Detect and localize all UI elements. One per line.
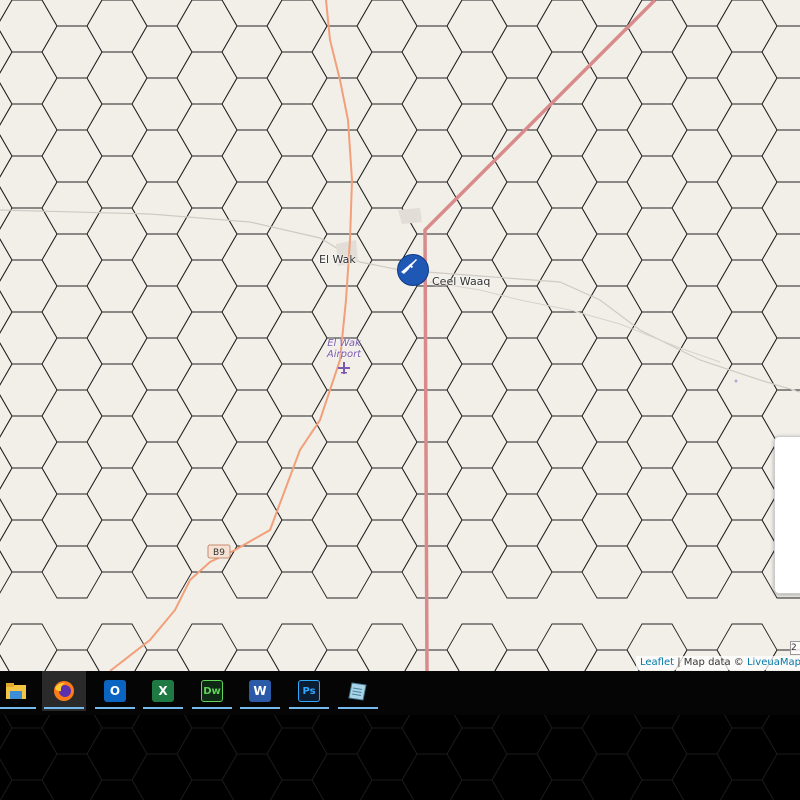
airport-label-line1: El Wak (327, 338, 361, 349)
firefox-icon (53, 680, 75, 702)
excel-icon: X (152, 680, 174, 702)
rifle-icon (401, 259, 417, 274)
word-icon: W (249, 680, 271, 702)
airport-label: El Wak Airport (318, 338, 370, 360)
taskbar-firefox[interactable] (42, 671, 86, 711)
provider-link[interactable]: LiveuaMap © (747, 657, 800, 668)
dreamweaver-icon: Dw (201, 680, 223, 702)
place-label-el-wak: El Wak (319, 253, 356, 266)
taskbar: O X Dw W Ps (0, 671, 800, 715)
scale-control: 2 (790, 641, 800, 655)
taskbar-file-explorer[interactable] (0, 671, 38, 711)
attribution-control: Leaflet | Map data © LiveuaMap © (636, 656, 800, 670)
town-area (398, 208, 422, 224)
taskbar-photoshop[interactable]: Ps (287, 671, 331, 711)
side-panel-tab[interactable] (774, 436, 800, 594)
airport-label-line2: Airport (326, 349, 362, 360)
notepad-icon (347, 680, 369, 702)
outlook-icon: O (104, 680, 126, 702)
place-label-ceel-waaq: Ceel Waaq (432, 275, 491, 288)
taskbar-outlook[interactable]: O (93, 671, 137, 711)
taskbar-word[interactable]: W (238, 671, 282, 711)
map-dot (734, 379, 738, 383)
leaflet-link[interactable]: Leaflet (640, 657, 674, 668)
taskbar-excel[interactable]: X (141, 671, 185, 711)
land-background (0, 0, 800, 671)
taskbar-notepad[interactable] (336, 671, 380, 711)
photoshop-icon: Ps (298, 680, 320, 702)
event-marker[interactable] (397, 254, 429, 286)
attribution-text: | Map data © (674, 657, 747, 668)
taskbar-dreamweaver[interactable]: Dw (190, 671, 234, 711)
road-shield-label: B9 (213, 548, 225, 558)
file-explorer-icon (5, 680, 27, 702)
